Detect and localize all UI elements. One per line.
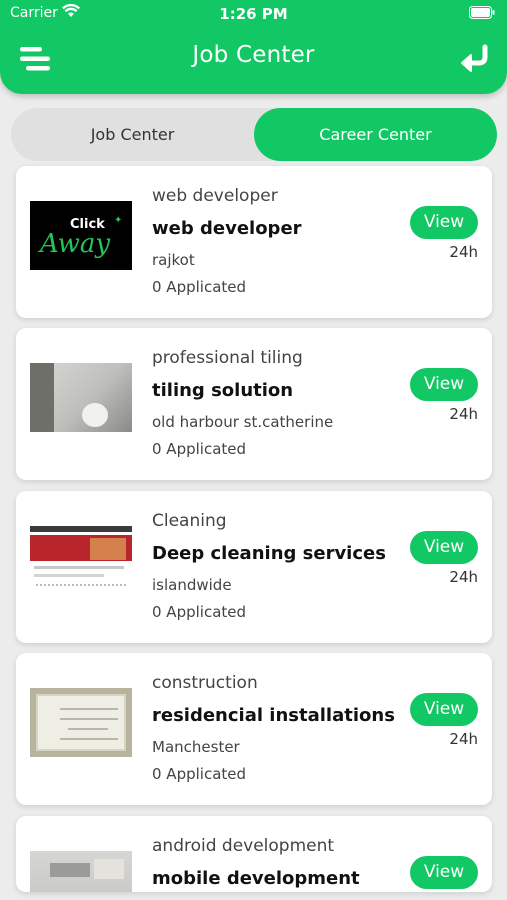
tab-career-center[interactable]: Career Center — [254, 108, 497, 161]
job-age: 24h — [449, 243, 478, 261]
job-thumbnail — [30, 363, 132, 432]
job-card[interactable]: Click Away ✦ web developer web developer… — [16, 166, 492, 318]
segmented-control: Job Center Career Center — [11, 108, 497, 161]
job-category: android development — [152, 836, 335, 856]
view-button[interactable]: View — [410, 368, 478, 401]
tab-job-center[interactable]: Job Center — [11, 108, 254, 161]
job-location: old harbour st.catherine — [152, 413, 334, 431]
job-card[interactable]: Cleaning Deep cleaning services islandwi… — [16, 491, 492, 643]
job-applied-count: 0 Applicated — [152, 765, 247, 783]
job-category: Cleaning — [152, 511, 227, 531]
job-applied-count: 0 Applicated — [152, 440, 247, 458]
battery-icon — [469, 6, 495, 19]
view-button[interactable]: View — [410, 693, 478, 726]
view-button[interactable]: View — [410, 856, 478, 889]
job-location: Manchester — [152, 738, 240, 756]
sparkle-icon: ✦ — [114, 215, 123, 226]
job-category: construction — [152, 673, 258, 693]
job-age: 24h — [449, 405, 478, 423]
job-applied-count: 0 Applicated — [152, 603, 247, 621]
job-card[interactable]: construction residencial installations M… — [16, 653, 492, 805]
status-bar: Carrier 1:26 PM — [0, 0, 507, 28]
thumb-logo-text: Away — [40, 229, 111, 259]
job-title: web developer — [152, 218, 302, 239]
job-location: rajkot — [152, 251, 195, 269]
job-title: Deep cleaning services — [152, 543, 386, 564]
job-title: residencial installations — [152, 705, 395, 726]
job-card[interactable]: professional tiling tiling solution old … — [16, 328, 492, 480]
status-time: 1:26 PM — [219, 5, 288, 23]
job-title: tiling solution — [152, 380, 294, 401]
job-thumbnail — [30, 688, 132, 757]
job-category: web developer — [152, 186, 278, 206]
job-location: islandwide — [152, 576, 232, 594]
job-thumbnail: Click Away ✦ — [30, 201, 132, 270]
page-title: Job Center — [192, 42, 315, 68]
view-button[interactable]: View — [410, 531, 478, 564]
app-header: Carrier 1:26 PM Job Center — [0, 0, 507, 94]
view-button[interactable]: View — [410, 206, 478, 239]
job-category: professional tiling — [152, 348, 303, 368]
job-thumbnail — [30, 851, 132, 892]
job-title: mobile development — [152, 868, 360, 889]
job-thumbnail — [30, 526, 132, 595]
job-age: 24h — [449, 730, 478, 748]
job-age: 24h — [449, 568, 478, 586]
return-arrow-icon[interactable] — [459, 44, 493, 74]
job-card[interactable]: android development mobile development V… — [16, 816, 492, 892]
job-applied-count: 0 Applicated — [152, 278, 247, 296]
